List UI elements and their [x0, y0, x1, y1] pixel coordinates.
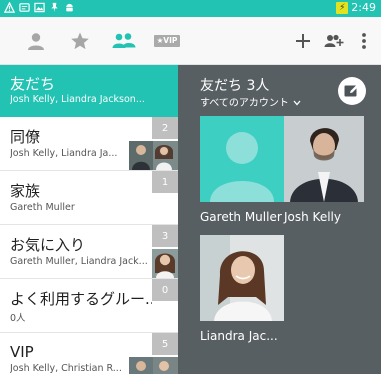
count-badge: 2	[152, 117, 178, 139]
edit-group-button[interactable]	[338, 77, 366, 105]
member-name: Gareth Muller	[200, 210, 282, 224]
group-members: Josh Kelly, Liandra Ja...	[10, 148, 118, 159]
person-placeholder-icon	[210, 132, 274, 202]
member-name: Liandra Jac...	[200, 329, 278, 343]
person-icon	[28, 33, 44, 50]
tab-vip[interactable]: ★VIP	[150, 17, 184, 65]
detail-title: 友だち 3人	[200, 78, 270, 94]
group-members: Josh Kelly, Christian R...	[10, 363, 122, 374]
count-badge: 5	[152, 333, 178, 355]
member-tile-josh[interactable]	[284, 116, 364, 202]
status-bar: ⚡ 2:49	[0, 0, 381, 17]
android-icon	[66, 3, 73, 12]
group-members: Josh Kelly, Liandra Jackson...	[10, 94, 145, 105]
message-icon	[19, 3, 30, 12]
status-time: 2:49	[351, 1, 376, 14]
group-members: Gareth Muller, Liandra Jack...	[10, 256, 148, 267]
group-detail-pane: 友だち 3人 すべてのアカウント Gareth Muller Josh Kell…	[178, 65, 381, 374]
group-item-frequent[interactable]: よく利用するグルー... 0人 0	[0, 279, 178, 333]
group-list: 友だち Josh Kelly, Liandra Jackson... 同僚 Jo…	[0, 65, 178, 374]
group-item-vip[interactable]: VIP Josh Kelly, Christian R... 5	[0, 333, 178, 374]
chevron-down-icon	[293, 100, 301, 106]
add-contact-button[interactable]	[290, 17, 316, 65]
group-name: お気に入り	[10, 236, 86, 254]
group-name: 友だち	[10, 75, 56, 93]
edit-icon	[344, 84, 359, 97]
add-icon	[296, 34, 310, 48]
pin-icon	[51, 2, 58, 13]
count-badge: 1	[152, 171, 178, 193]
vip-icon: ★VIP	[153, 35, 181, 47]
star-icon	[71, 32, 89, 50]
tab-favorites[interactable]	[64, 17, 96, 65]
member-tile-liandra[interactable]	[200, 235, 284, 321]
tab-groups[interactable]	[106, 17, 142, 65]
member-tile-gareth[interactable]	[200, 116, 284, 202]
member-photo	[200, 235, 284, 321]
member-name: Josh Kelly	[284, 210, 341, 224]
member-thumbnail	[152, 249, 178, 278]
more-options-button[interactable]	[354, 17, 374, 65]
group-item-family[interactable]: 家族 Gareth Muller 1	[0, 171, 178, 225]
group-item-friends[interactable]: 友だち Josh Kelly, Liandra Jackson...	[0, 65, 178, 117]
group-name: よく利用するグルー...	[10, 290, 152, 308]
group-item-favorites[interactable]: お気に入り Gareth Muller, Liandra Jack... 3	[0, 225, 178, 279]
toolbar: ★VIP	[0, 17, 381, 65]
image-icon	[34, 2, 45, 13]
tab-contacts[interactable]	[20, 17, 52, 65]
member-photo	[284, 116, 364, 202]
group-item-coworkers[interactable]: 同僚 Josh Kelly, Liandra Ja... 2	[0, 117, 178, 171]
count-badge: 3	[152, 225, 178, 247]
add-group-button[interactable]	[320, 17, 348, 65]
count-badge: 0	[152, 279, 178, 301]
account-filter-label: すべてのアカウント	[200, 98, 289, 109]
member-thumbnail	[129, 141, 178, 170]
group-name: 家族	[10, 182, 41, 200]
more-vert-icon	[362, 33, 366, 49]
member-thumbnail	[129, 357, 178, 374]
group-members: 0人	[10, 313, 26, 324]
alert-triangle-icon	[4, 2, 15, 13]
group-icon	[112, 33, 136, 48]
account-filter-dropdown[interactable]: すべてのアカウント	[200, 94, 301, 109]
add-group-icon	[324, 34, 344, 47]
group-members: Gareth Muller	[10, 202, 75, 213]
battery-charging-icon: ⚡	[336, 2, 349, 14]
